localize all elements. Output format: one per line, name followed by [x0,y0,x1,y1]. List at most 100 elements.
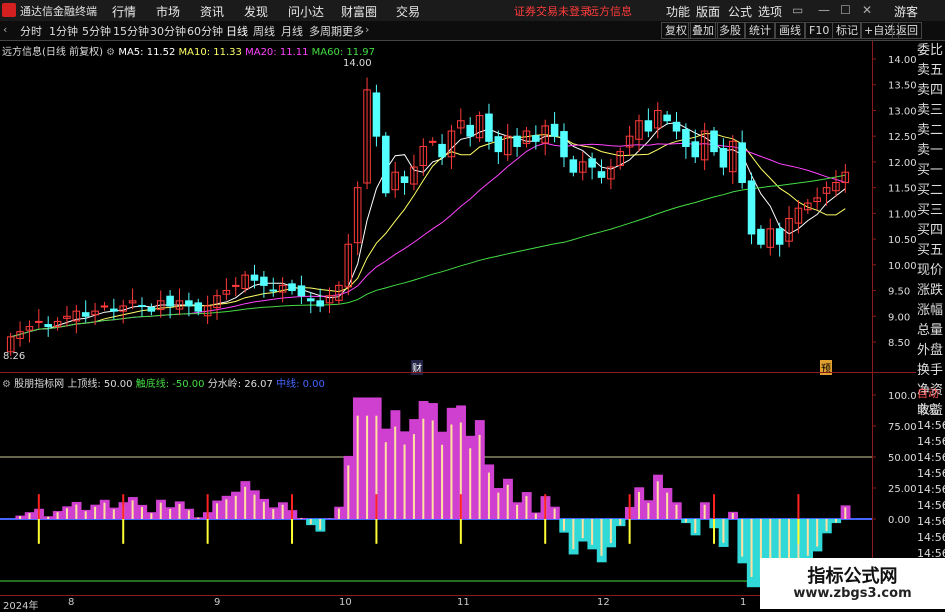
menu-zixun[interactable]: 资讯 [200,3,224,20]
indicator-bar [57,512,59,519]
indicator-bar [150,513,152,519]
btn-diejia[interactable]: 叠加 [688,22,718,39]
period-daily[interactable]: 日线 [226,23,248,39]
period-15min[interactable]: 15分钟 [113,23,149,39]
trade-time: 14:56 [917,482,945,498]
indicator-bar [310,519,312,524]
low-price-label: 8.26 [3,351,25,362]
btn-duogu[interactable]: 多股 [715,22,745,39]
indicator-tick-label: 0.00 [888,515,910,526]
candle-body [598,172,605,178]
trade-time: 14:56 [917,498,945,514]
btn-fuquan[interactable]: 复权 [661,22,691,39]
quote-field: 外盘 [917,341,945,361]
candle-body [495,137,502,152]
indicator-bar [507,485,509,519]
candle-body [748,181,755,234]
period-weekly[interactable]: 周线 [253,23,275,39]
period-monthly[interactable]: 月线 [281,23,303,39]
menu-gongshi[interactable]: 公式 [728,3,752,20]
more-chevron-icon[interactable]: › [365,23,369,36]
quote-field: 买二 [917,181,945,201]
xaxis-sep: 9 [214,597,220,608]
indicator-bar [835,519,837,522]
trade-time: 14:56 [917,418,945,434]
indicator-bar [741,519,743,557]
axis-divider [872,41,873,595]
price-tick-label: 13.00 [888,106,917,117]
candle-body [551,124,558,136]
period-more[interactable]: 更多 [342,23,364,39]
menu-banmian[interactable]: 版面 [696,3,720,20]
menu-jiaoyi[interactable]: 交易 [396,3,420,20]
indicator-bar [685,519,687,522]
quote-field: 买一 [917,161,945,181]
candle-body [195,303,202,311]
guest-label[interactable]: 游客 [894,3,918,20]
indicator-bar [704,505,706,519]
maximize-icon[interactable]: ☐ [840,3,851,17]
menu-faxian[interactable]: 发现 [244,3,268,20]
period-toolbar: ‹ 分时 1分钟 5分钟 15分钟 30分钟 60分钟 日线 周线 月线 多周期… [0,21,945,41]
candle-body [36,321,43,322]
period-30min[interactable]: 30分钟 [150,23,186,39]
indicator-bar [450,425,452,519]
price-tick-label: 11.00 [888,209,917,220]
period-5min[interactable]: 5分钟 [82,23,111,39]
indicator-bar [300,518,302,519]
indicator-bar [216,503,218,519]
price-tick-label: 10.50 [888,235,917,246]
indicator-bar [66,508,68,519]
candle-body [186,301,193,306]
price-tick-label: 13.50 [888,81,917,92]
indicator-bar [666,493,668,519]
period-multi[interactable]: 多周期 [309,23,342,39]
candle-body [167,296,174,306]
candle-body [101,306,108,307]
indicator-bar [479,435,481,519]
menu-gongneng[interactable]: 功能 [666,3,690,20]
price-tick-label: 12.50 [888,132,917,143]
btn-huaxian[interactable]: 画线 [775,22,805,39]
candle-body [317,301,324,306]
candle-body [683,129,690,146]
indicator-bar [132,500,134,519]
xaxis-dec: 12 [597,597,610,608]
period-1min[interactable]: 1分钟 [49,23,78,39]
indicator-bar [197,518,199,519]
minimize-icon[interactable]: — [818,3,830,17]
close-icon[interactable]: ✕ [862,3,872,17]
kline-chart[interactable] [0,56,916,372]
btn-biaoji[interactable]: 标记 [832,22,862,39]
candle-body [307,299,314,301]
menu-wenxiaoda[interactable]: 问小达 [288,3,324,20]
indicator-bar [28,513,30,519]
window-menu-icon[interactable]: ▭ [792,3,803,17]
quote-field: 涨幅 [917,301,945,321]
trade-label: 自动 [917,386,945,402]
btn-tongji[interactable]: 统计 [745,22,775,39]
indicator-bar [319,519,321,530]
candle-body [148,308,155,312]
indicator-bar [826,519,828,531]
menu-shichang[interactable]: 市场 [156,3,180,20]
quote-field: 卖五 [917,61,945,81]
candle-body [514,136,521,146]
login-warning[interactable]: 证券交易未登录 [514,3,591,19]
xaxis-nov: 11 [457,597,470,608]
btn-back[interactable]: 返回 [892,22,922,39]
candle-body [664,115,671,121]
menu-xuanxiang[interactable]: 选项 [758,3,782,20]
menu-caifuquan[interactable]: 财富圈 [341,3,377,20]
quote-field: 买三 [917,201,945,221]
btn-f10[interactable]: F10 [805,22,833,39]
candle-body [383,136,390,193]
xaxis-oct: 10 [339,597,352,608]
period-60min[interactable]: 60分钟 [187,23,223,39]
menu-hangqing[interactable]: 行情 [112,3,136,20]
indicator-bar [188,510,190,519]
indicator-bar [535,513,537,519]
app-name: 通达信金融终端 [20,3,97,19]
toolbar-toggle-icon[interactable]: ‹ [3,23,7,36]
period-fenshi[interactable]: 分时 [20,23,42,39]
